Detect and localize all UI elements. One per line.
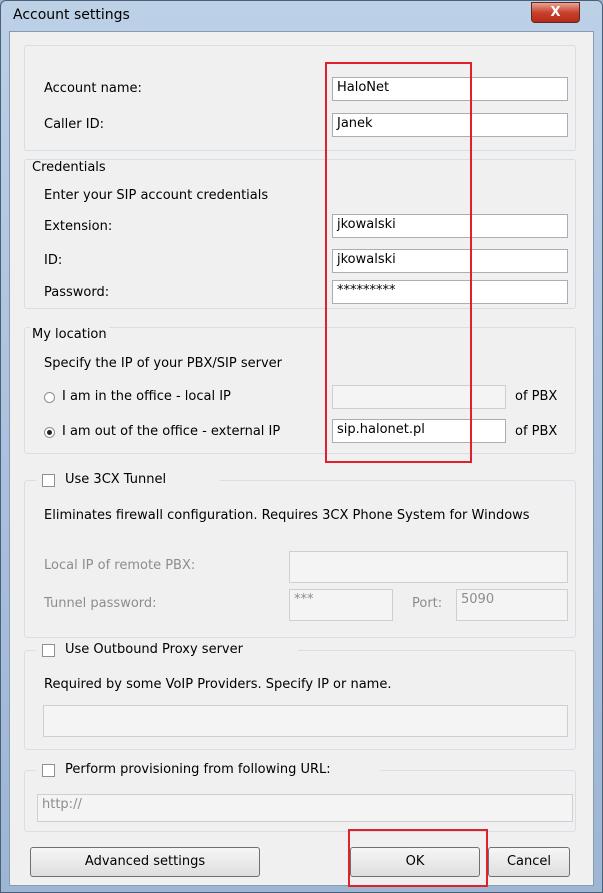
provisioning-checkbox[interactable] <box>42 764 55 777</box>
account-settings-dialog: Account settings X Account name: HaloNet… <box>0 0 603 893</box>
tunnel-checkbox-label[interactable]: Use 3CX Tunnel <box>65 472 166 487</box>
tunnel-description: Eliminates firewall configuration. Requi… <box>44 508 530 523</box>
external-ip-radio[interactable] <box>44 427 55 438</box>
external-ip-label[interactable]: I am out of the office - external IP <box>62 424 280 439</box>
id-label: ID: <box>44 253 63 268</box>
location-legend: My location <box>30 327 109 342</box>
provisioning-checkbox-label[interactable]: Perform provisioning from following URL: <box>65 762 331 777</box>
proxy-checkbox[interactable] <box>42 644 55 657</box>
proxy-checkbox-label[interactable]: Use Outbound Proxy server <box>65 642 243 657</box>
tunnel-password-input[interactable]: *** <box>289 589 393 621</box>
tunnel-port-label: Port: <box>412 596 443 611</box>
password-input[interactable]: ********* <box>332 280 568 304</box>
local-ip-suffix: of PBX <box>515 389 558 404</box>
tunnel-port-input[interactable]: 5090 <box>456 589 568 621</box>
caller-id-input[interactable]: Janek <box>332 113 568 137</box>
dialog-body: Account name: HaloNet Caller ID: Janek C… <box>9 31 594 887</box>
id-input[interactable]: jkowalski <box>332 249 568 273</box>
extension-input[interactable]: jkowalski <box>332 214 568 238</box>
local-ip-label[interactable]: I am in the office - local IP <box>62 389 231 404</box>
close-icon: X <box>550 5 561 20</box>
local-ip-input[interactable] <box>332 385 506 409</box>
credentials-description: Enter your SIP account credentials <box>44 188 269 203</box>
advanced-settings-button[interactable]: Advanced settings <box>30 847 260 877</box>
provisioning-url-input[interactable]: http:// <box>37 794 573 822</box>
caller-id-label: Caller ID: <box>44 117 104 132</box>
window-title: Account settings <box>13 7 130 23</box>
ok-button[interactable]: OK <box>350 847 480 877</box>
cancel-button[interactable]: Cancel <box>488 847 570 877</box>
account-name-input[interactable]: HaloNet <box>332 77 568 101</box>
location-description: Specify the IP of your PBX/SIP server <box>44 356 282 371</box>
local-ip-radio[interactable] <box>44 392 55 403</box>
proxy-description: Required by some VoIP Providers. Specify… <box>44 677 392 692</box>
external-ip-input[interactable]: sip.halonet.pl <box>332 419 506 443</box>
password-label: Password: <box>44 285 110 300</box>
external-ip-suffix: of PBX <box>515 424 558 439</box>
extension-label: Extension: <box>44 219 113 234</box>
close-button[interactable]: X <box>531 2 580 23</box>
proxy-input[interactable] <box>43 705 568 737</box>
tunnel-password-label: Tunnel password: <box>44 596 157 611</box>
tunnel-checkbox[interactable] <box>42 474 55 487</box>
account-name-label: Account name: <box>44 81 142 96</box>
tunnel-local-ip-input[interactable] <box>289 551 568 583</box>
tunnel-local-ip-label: Local IP of remote PBX: <box>44 558 196 573</box>
title-bar[interactable]: Account settings X <box>1 1 602 31</box>
credentials-legend: Credentials <box>30 160 108 175</box>
